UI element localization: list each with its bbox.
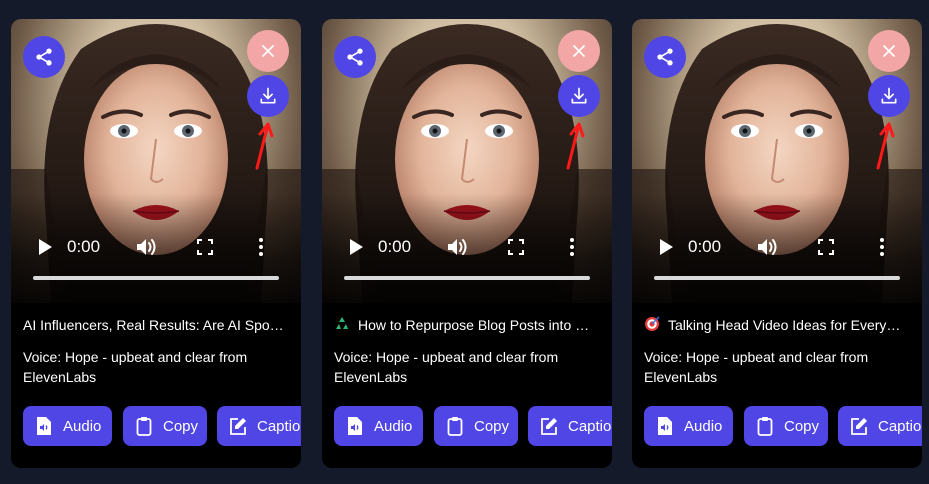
fullscreen-icon [508, 239, 524, 255]
download-icon [260, 87, 276, 104]
close-button[interactable] [868, 30, 910, 72]
video-controls: 0:00 [11, 227, 301, 267]
video-card: 0:00 [632, 19, 922, 468]
audio-button[interactable]: Audio [644, 406, 733, 446]
download-icon [881, 87, 897, 104]
video-title: Talking Head Video Ideas for Every… [644, 316, 912, 334]
edit-icon [851, 418, 867, 435]
close-button[interactable] [247, 30, 289, 72]
video-card: 0:00 [322, 19, 612, 468]
volume-icon [448, 239, 467, 255]
close-icon [573, 45, 585, 57]
download-button[interactable] [247, 75, 289, 117]
volume-icon [137, 239, 156, 255]
share-icon [657, 48, 673, 66]
fullscreen-icon [818, 239, 834, 255]
video-time: 0:00 [688, 237, 722, 256]
voice-label: Voice: Hope - upbeat and clear from Elev… [334, 349, 559, 385]
more-options-button[interactable] [568, 237, 576, 257]
video-controls: 0:00 [632, 227, 922, 267]
share-icon [347, 48, 363, 66]
fullscreen-button[interactable] [195, 237, 215, 257]
volume-icon [758, 239, 777, 255]
audio-file-icon [348, 417, 362, 435]
video-controls: 0:00 [322, 227, 612, 267]
video-time: 0:00 [378, 237, 412, 256]
close-button[interactable] [558, 30, 600, 72]
more-vertical-icon [570, 238, 574, 256]
video-player[interactable]: 0:00 [322, 19, 612, 303]
video-title: How to Repurpose Blog Posts into … [334, 316, 602, 334]
share-icon [36, 48, 52, 66]
edit-icon [541, 418, 557, 435]
audio-button[interactable]: Audio [23, 406, 112, 446]
clipboard-icon [136, 417, 152, 436]
caption-button[interactable]: Caption [217, 406, 301, 446]
clipboard-icon [447, 417, 463, 436]
volume-button[interactable] [135, 235, 159, 259]
close-icon [883, 45, 895, 57]
fullscreen-button[interactable] [506, 237, 526, 257]
fullscreen-button[interactable] [816, 237, 836, 257]
copy-button[interactable]: Copy [123, 406, 207, 446]
more-options-button[interactable] [257, 237, 265, 257]
play-button[interactable] [656, 237, 676, 257]
share-button[interactable] [23, 36, 65, 78]
more-vertical-icon [259, 238, 263, 256]
copy-button[interactable]: Copy [744, 406, 828, 446]
clipboard-icon [757, 417, 773, 436]
voice-label: Voice: Hope - upbeat and clear from Elev… [644, 349, 869, 385]
copy-button[interactable]: Copy [434, 406, 518, 446]
annotation-arrow-icon [566, 122, 585, 170]
caption-button[interactable]: Caption [528, 406, 612, 446]
video-progress-bar[interactable] [654, 276, 900, 280]
share-button[interactable] [334, 36, 376, 78]
volume-button[interactable] [446, 235, 470, 259]
more-options-button[interactable] [878, 237, 886, 257]
close-icon [262, 45, 274, 57]
audio-file-icon [658, 417, 672, 435]
recycle-icon [336, 317, 348, 329]
voice-label: Voice: Hope - upbeat and clear from Elev… [23, 349, 248, 385]
share-button[interactable] [644, 36, 686, 78]
annotation-arrow-icon [876, 122, 895, 170]
more-vertical-icon [880, 238, 884, 256]
video-title: AI Influencers, Real Results: Are AI Spo… [23, 317, 284, 333]
edit-icon [230, 418, 246, 435]
download-button[interactable] [868, 75, 910, 117]
caption-button[interactable]: Caption [838, 406, 922, 446]
download-button[interactable] [558, 75, 600, 117]
target-icon [645, 316, 660, 331]
download-icon [571, 87, 587, 104]
video-time: 0:00 [67, 237, 101, 256]
play-button[interactable] [35, 237, 55, 257]
video-progress-bar[interactable] [33, 276, 279, 280]
play-button[interactable] [346, 237, 366, 257]
audio-file-icon [37, 417, 51, 435]
fullscreen-icon [197, 239, 213, 255]
video-progress-bar[interactable] [344, 276, 590, 280]
video-player[interactable]: 0:00 [632, 19, 922, 303]
audio-button[interactable]: Audio [334, 406, 423, 446]
video-player[interactable]: 0:00 [11, 19, 301, 303]
annotation-arrow-icon [255, 122, 274, 170]
play-icon [660, 239, 673, 255]
video-card: 0:00 [11, 19, 301, 468]
play-icon [350, 239, 363, 255]
play-icon [39, 239, 52, 255]
volume-button[interactable] [756, 235, 780, 259]
